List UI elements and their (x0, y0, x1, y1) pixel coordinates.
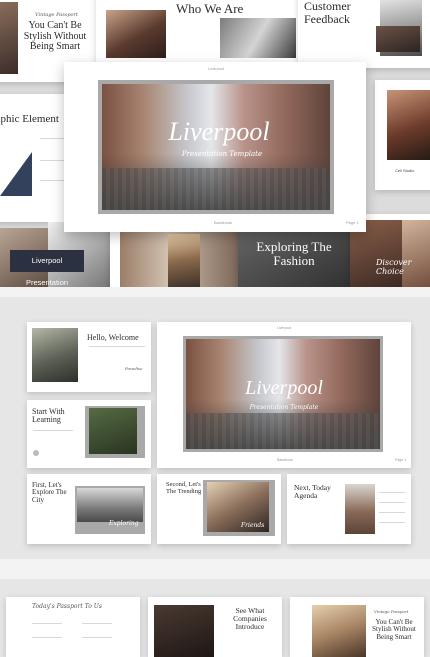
divider (82, 637, 112, 638)
divider (89, 346, 145, 347)
script-caption: Vintage Passport (35, 12, 78, 18)
slide-stylish-bottom: Vintage Passport You Can't Be Stylish Wi… (290, 597, 424, 657)
photo-blonde-portrait (312, 605, 366, 657)
discover-script: Discover Choice (376, 258, 412, 276)
photo-woman-park (89, 408, 137, 454)
divider (379, 492, 405, 493)
divider (379, 502, 405, 503)
divider (33, 430, 73, 431)
slides-grid: Hello, Welcome Paradise Start With Learn… (0, 297, 430, 559)
photo-city-street (77, 488, 143, 522)
hero-subtitle: Presentation Template (181, 150, 263, 158)
hero-title: Liverpool (168, 117, 270, 146)
photo-man-portrait (387, 90, 430, 160)
slides-bottom: Today's Passport To Us See What Companie… (0, 579, 430, 657)
slide-hello-welcome: Hello, Welcome Paradise (27, 322, 151, 392)
stylish-heading: You Can't Be Stylish Without Being Smart (23, 20, 87, 52)
navy-wedge (0, 152, 32, 196)
hero-footer-left: Bandbook (214, 220, 233, 225)
slide-what-companies: See What Companies Introduce (148, 597, 282, 657)
next-heading: Next, Today Agenda (294, 483, 331, 500)
who-we-are-heading: Who We Are (176, 1, 244, 16)
slide-caption: Cell Studio (395, 168, 415, 173)
divider (379, 512, 405, 513)
second-script: Friends (241, 522, 265, 529)
hello-heading: Hello, Welcome (87, 333, 139, 342)
handwritten-heading: Today's Passport To Us (32, 603, 102, 610)
big-brand: Liverpool (277, 326, 292, 330)
photo-woman-hat (106, 10, 166, 58)
photo-buildings (345, 484, 375, 534)
slide-who-we-are: Who We Are (96, 0, 302, 66)
round-icon (33, 450, 39, 456)
slide-second-trending: Second, Let's Explore The Trending Frien… (157, 474, 281, 544)
photo-woman (0, 2, 18, 74)
divider (82, 623, 112, 624)
what-heading: See What Companies Introduce (233, 606, 267, 631)
photo-blonde-woman (168, 234, 200, 287)
hero-brand: Liverpool (208, 66, 225, 71)
photo-woman-street (220, 18, 296, 58)
preview-collage: Vintage Passport You Can't Be Stylish Wi… (0, 0, 430, 287)
separator (0, 559, 430, 579)
template-badge: Liverpool Presentation (10, 250, 84, 287)
photo-man-coat (376, 26, 420, 52)
start-heading: Start With Learning (32, 407, 65, 425)
slide-big-liverpool: Liverpool Liverpool Presentation Templat… (157, 322, 411, 468)
big-subtitle: Presentation Template (249, 404, 319, 411)
graphic-element-heading: raphic Element (0, 113, 59, 125)
divider (32, 637, 62, 638)
first-script: Exploring (109, 520, 139, 527)
hero-photo (102, 84, 330, 210)
first-heading: First, Let's Explore The City (32, 481, 67, 504)
divider (32, 623, 62, 624)
slide-handwritten: Today's Passport To Us (6, 597, 140, 657)
exploring-heading: Exploring The Fashion (256, 239, 332, 268)
photo-dark-couple (154, 605, 214, 657)
slide-start-learning: Start With Learning (27, 400, 151, 468)
hello-script: Paradise (125, 366, 143, 371)
slide-man-portrait: Cell Studio (375, 80, 430, 190)
photo-man-sitting (32, 328, 78, 382)
customer-feedback-heading: Customer Feedback (304, 0, 351, 26)
hero-footer-right: Page 1 (346, 220, 359, 225)
separator (0, 287, 430, 297)
divider (379, 522, 405, 523)
stylish-bottom-heading: You Can't Be Stylish Without Being Smart (372, 618, 416, 641)
photo-woman-right (402, 220, 430, 287)
slide-first-city: First, Let's Explore The City Exploring (27, 474, 151, 544)
big-page: Page 1 (395, 458, 407, 462)
stylish-small-script: Vintage Passport (374, 609, 409, 614)
cobblestone (186, 413, 380, 449)
big-title: Liverpool (245, 377, 323, 399)
big-footer: Bandbook (277, 458, 293, 462)
cobblestone (102, 168, 330, 210)
slide-customer-feedback: Customer Feedback (298, 0, 430, 68)
hero-slide: Liverpool Liverpool Presentation Templat… (64, 62, 366, 232)
slide-next-agenda: Next, Today Agenda (287, 474, 411, 544)
